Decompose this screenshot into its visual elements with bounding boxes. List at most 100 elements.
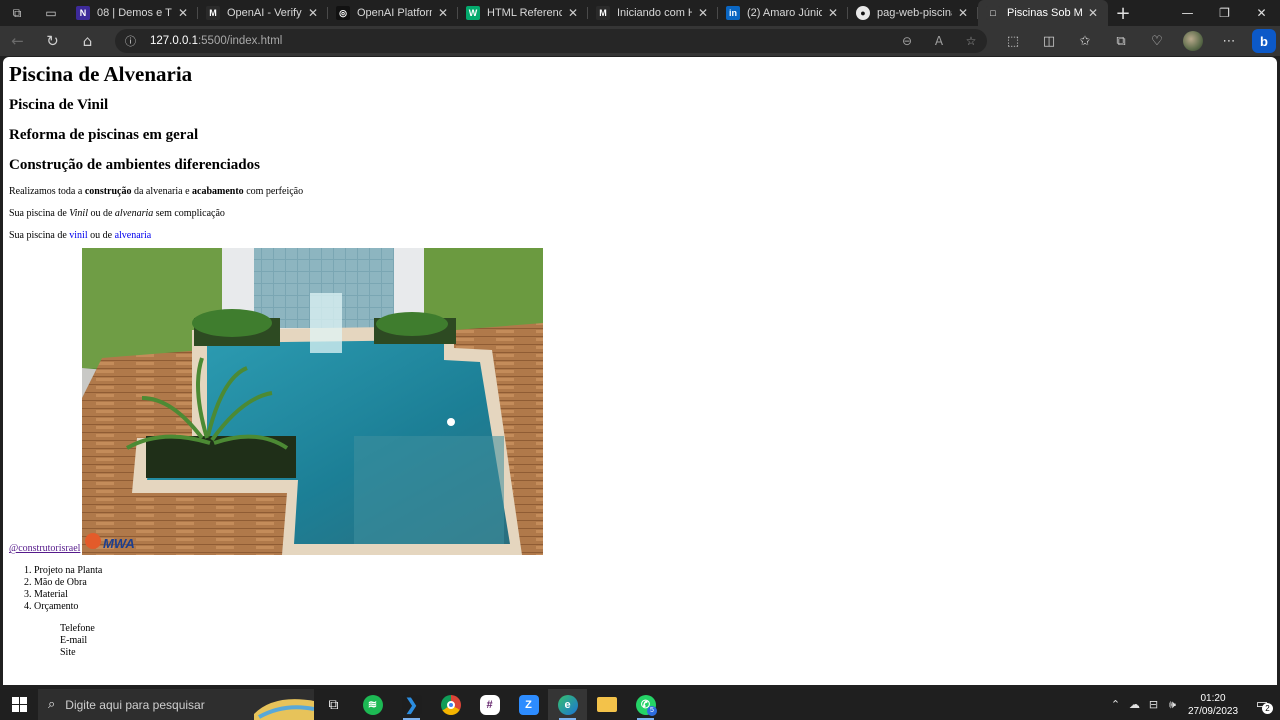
text: ou de — [87, 230, 115, 241]
volume-icon[interactable]: 🕪 — [1163, 698, 1182, 712]
mwa-logo: MWA — [85, 533, 135, 551]
close-tab-icon[interactable]: ✕ — [306, 6, 320, 20]
clock[interactable]: 01:20 27/09/2023 — [1182, 692, 1244, 718]
page-viewport: Piscina de Alvenaria Piscina de Vinil Re… — [3, 57, 1277, 685]
heading-vinil: Piscina de Vinil — [9, 97, 109, 113]
favorite-star-icon[interactable]: ☆ — [955, 34, 987, 48]
info-icon[interactable]: ⓘ — [125, 33, 136, 49]
tab-title: (2) Amaro Júnior | — [747, 7, 822, 19]
settings-more-icon[interactable]: ⋯ — [1211, 26, 1247, 56]
extensions-icon[interactable]: ⬚ — [995, 26, 1031, 56]
read-aloud-icon[interactable]: A — [923, 34, 955, 48]
close-tab-icon[interactable]: ✕ — [436, 6, 450, 20]
chrome-icon[interactable] — [431, 689, 470, 720]
taskbar-search-box[interactable]: ⌕ Digite aqui para pesquisar — [38, 689, 314, 720]
pool-photo: MWA — [82, 248, 544, 555]
refresh-button[interactable]: ↻ — [35, 26, 70, 56]
paragraph-construcao: Realizamos toda a construção da alvenari… — [9, 186, 1271, 198]
mwa-logo-text: MWA — [103, 536, 135, 551]
tab-list: N 08 | Demos e T ✕ M OpenAI - Verify yo ✕ ◎ Ope… — [68, 0, 1108, 26]
close-tab-icon[interactable]: ✕ — [1086, 6, 1100, 20]
browser-tab[interactable]: in (2) Amaro Júnior | ✕ — [718, 0, 848, 26]
browser-tab[interactable]: ● pag-web-piscinas ✕ — [848, 0, 978, 26]
heading-construcao: Construção de ambientes diferenciados — [9, 157, 260, 173]
browser-tab[interactable]: M Iniciando com HTM ✕ — [588, 0, 718, 26]
clock-date: 27/09/2023 — [1187, 705, 1239, 717]
window-controls: — ❐ ✕ — [1169, 0, 1280, 26]
tab-title: HTML Reference — [487, 7, 562, 19]
tab-title: pag-web-piscinas — [877, 7, 952, 19]
spotify-icon[interactable]: ≋ — [353, 689, 392, 720]
text: Sua piscina de — [9, 230, 70, 241]
collections-icon[interactable]: ⧉ — [1103, 26, 1139, 56]
profile-avatar[interactable] — [1183, 31, 1203, 51]
list-item: Telefone — [60, 623, 95, 634]
maximize-button[interactable]: ❐ — [1206, 0, 1243, 26]
performance-icon[interactable]: ♡ — [1139, 26, 1175, 56]
linkedin-icon: in — [726, 6, 740, 20]
tab-actions-icon[interactable]: ▭ — [34, 0, 68, 26]
system-tray: ⌃ ☁ ⊟ 🕪 01:20 27/09/2023 ▭2 — [1106, 689, 1280, 720]
heading-reforma: Reforma de piscinas em geral — [9, 127, 199, 143]
italic-vinil: Vinil — [69, 208, 88, 219]
bing-copilot-icon[interactable]: b — [1252, 29, 1276, 53]
indigo-square-icon: N — [76, 6, 90, 20]
paragraph-links: Sua piscina de vinil ou de alvenaria — [9, 230, 1271, 242]
link-vinil[interactable]: vinil — [69, 230, 87, 241]
address-bar-actions: ⊖ A ☆ — [891, 34, 987, 48]
bold-construcao: construção — [84, 186, 132, 197]
home-button[interactable]: ⌂ — [70, 26, 105, 56]
close-tab-icon[interactable]: ✕ — [176, 6, 190, 20]
list-item: Mão de Obra — [34, 577, 1271, 589]
chevron-up-icon[interactable]: ⌃ — [1106, 698, 1125, 711]
page-heading: Piscina de Alvenaria — [9, 62, 193, 86]
browser-tab[interactable]: N 08 | Demos e T ✕ — [68, 0, 198, 26]
favorites-icon[interactable]: ✩ — [1067, 26, 1103, 56]
openai-icon: ◎ — [336, 6, 350, 20]
new-tab-button[interactable]: + — [1108, 0, 1138, 26]
vscode-icon[interactable]: ❯ — [392, 689, 431, 720]
text: Realizamos toda a — [9, 186, 85, 197]
zoom-app-icon[interactable]: Z — [509, 689, 548, 720]
whatsapp-icon[interactable]: ✆ 5 — [626, 689, 665, 720]
notification-center-icon[interactable]: ▭2 — [1244, 689, 1280, 720]
close-tab-icon[interactable]: ✕ — [566, 6, 580, 20]
close-window-button[interactable]: ✕ — [1243, 0, 1280, 26]
close-tab-icon[interactable]: ✕ — [956, 6, 970, 20]
file-explorer-icon[interactable] — [587, 689, 626, 720]
services-ordered-list: Projeto na PlantaMão de ObraMaterialOrça… — [34, 565, 1271, 613]
tab-title: 08 | Demos e T — [97, 7, 172, 19]
close-tab-icon[interactable]: ✕ — [826, 6, 840, 20]
notification-badge: 2 — [1262, 703, 1273, 714]
text: Sua piscina de — [9, 208, 70, 219]
browser-tab[interactable]: M OpenAI - Verify yo ✕ — [198, 0, 328, 26]
windows-logo-icon — [11, 697, 27, 712]
task-view-icon[interactable]: ⧉ — [314, 689, 353, 720]
browser-tab[interactable]: ◎ OpenAI Platform ✕ — [328, 0, 458, 26]
onedrive-cloud-icon[interactable]: ☁ — [1125, 698, 1144, 711]
close-tab-icon[interactable]: ✕ — [696, 6, 710, 20]
instagram-link[interactable]: @construtorisrael — [9, 543, 80, 555]
browser-tab[interactable]: □ Piscinas Sob Medi ✕ — [978, 0, 1108, 26]
contact-list: Telefone E-mail Site — [60, 623, 1271, 659]
list-item: Projeto na Planta — [34, 565, 1271, 577]
network-icon[interactable]: ⊟ — [1144, 698, 1163, 711]
address-bar[interactable]: ⓘ 127.0.0.1:5500/index.html ⊖ A ☆ — [115, 29, 987, 53]
github-icon: ● — [856, 6, 870, 20]
workspaces-icon[interactable]: ⧉ — [0, 0, 34, 26]
url-text[interactable]: 127.0.0.1:5500/index.html — [150, 35, 282, 47]
back-button[interactable]: ← — [0, 26, 35, 56]
search-placeholder: Digite aqui para pesquisar — [65, 697, 205, 712]
browser-tab[interactable]: W HTML Reference ✕ — [458, 0, 588, 26]
minimize-button[interactable]: — — [1169, 0, 1206, 26]
split-screen-icon[interactable]: ◫ — [1031, 26, 1067, 56]
start-button[interactable] — [0, 689, 38, 720]
italic-alvenaria: alvenaria — [114, 208, 154, 219]
tab-title: OpenAI - Verify yo — [227, 7, 302, 19]
url-path: :5500/index.html — [197, 35, 283, 47]
link-alvenaria[interactable]: alvenaria — [115, 230, 152, 241]
zoom-icon[interactable]: ⊖ — [891, 34, 923, 48]
pool-illustration: MWA — [82, 248, 544, 555]
slack-icon[interactable]: # — [470, 689, 509, 720]
edge-icon[interactable]: e — [548, 689, 587, 720]
